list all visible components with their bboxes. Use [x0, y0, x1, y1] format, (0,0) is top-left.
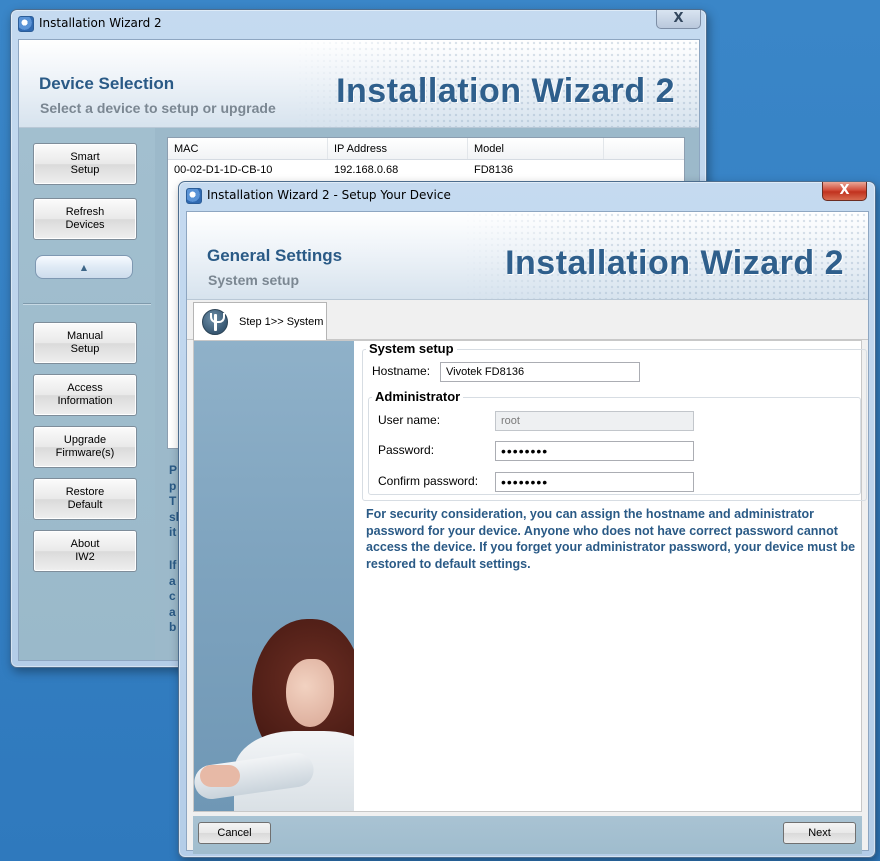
title-bar[interactable]: Installation Wizard 2 - Setup Your Devic…: [179, 182, 875, 210]
banner: Device Selection Select a device to setu…: [19, 40, 699, 128]
password-label: Password:: [378, 443, 435, 457]
column-header-ip[interactable]: IP Address: [328, 138, 468, 159]
username-label: User name:: [378, 413, 441, 427]
image-face: [286, 659, 334, 727]
administrator-title: Administrator: [372, 389, 464, 404]
restore-default-button[interactable]: Restore Default: [33, 478, 137, 520]
setup-device-dialog: Installation Wizard 2 - Setup Your Devic…: [178, 181, 876, 858]
banner-subtitle: System setup: [208, 272, 300, 288]
about-button[interactable]: About IW2: [33, 530, 137, 572]
banner-subtitle: Select a device to setup or upgrade: [40, 100, 276, 116]
tab-step-1-system[interactable]: Step 1>> System: [193, 302, 327, 341]
cancel-button[interactable]: Cancel: [198, 822, 271, 844]
column-header-model[interactable]: Model: [468, 138, 604, 159]
sidebar: Smart Setup Refresh Devices ▲ Manual Set…: [19, 128, 155, 660]
cell-ip: 192.168.0.68: [334, 164, 399, 176]
column-header-mac[interactable]: MAC: [168, 138, 328, 159]
next-button[interactable]: Next: [783, 822, 856, 844]
smart-setup-button[interactable]: Smart Setup: [33, 143, 137, 185]
window-title: Installation Wizard 2: [39, 16, 162, 30]
cell-model: FD8136: [474, 164, 514, 176]
dialog-body: System setup Hostname: Administrator Use…: [193, 340, 867, 812]
obscured-text-2: If a c a b: [169, 558, 177, 634]
image-hand: [200, 765, 240, 787]
hostname-input[interactable]: [440, 362, 640, 382]
banner: General Settings System setup Installati…: [187, 212, 868, 300]
manual-setup-button[interactable]: Manual Setup: [33, 322, 137, 364]
button-label: Restore Default: [65, 486, 105, 511]
hostname-label: Hostname:: [372, 364, 431, 378]
banner-title: Device Selection: [39, 74, 175, 93]
button-label: About IW2: [70, 538, 100, 563]
title-bar[interactable]: Installation Wizard 2 X: [11, 10, 706, 38]
button-label: Access Information: [57, 382, 113, 407]
dialog-client: General Settings System setup Installati…: [186, 211, 869, 854]
brand-logo-text: Installation Wizard 2: [336, 72, 675, 110]
security-hint-text: For security consideration, you can assi…: [366, 507, 856, 571]
app-icon: [186, 188, 202, 204]
system-setup-title: System setup: [366, 341, 457, 356]
close-button[interactable]: X: [656, 10, 701, 29]
button-label: Refresh Devices: [65, 206, 105, 231]
access-information-button[interactable]: Access Information: [33, 374, 137, 416]
collapse-button[interactable]: ▲: [35, 255, 133, 279]
table-row[interactable]: 00-02-D1-1D-CB-10 192.168.0.68 FD8136: [168, 160, 684, 180]
step-strip: Step 1>> System: [187, 300, 868, 341]
cell-extra: [604, 160, 684, 180]
app-icon: [18, 16, 34, 32]
woman-with-laptop-image: [194, 341, 354, 811]
list-header: MAC IP Address Model: [168, 138, 684, 160]
window-title: Installation Wizard 2 - Setup Your Devic…: [207, 188, 451, 202]
username-input: [495, 411, 694, 431]
close-button[interactable]: X: [822, 182, 867, 201]
banner-title: General Settings: [207, 246, 343, 265]
wrench-icon: [202, 309, 228, 335]
button-label: Manual Setup: [66, 330, 104, 355]
cell-mac: 00-02-D1-1D-CB-10: [174, 164, 273, 176]
column-header-extra[interactable]: [604, 138, 684, 159]
upgrade-firmware-button[interactable]: Upgrade Firmware(s): [33, 426, 137, 468]
brand-logo-text: Installation Wizard 2: [505, 244, 844, 282]
refresh-devices-button[interactable]: Refresh Devices: [33, 198, 137, 240]
button-label: Upgrade Firmware(s): [55, 434, 115, 459]
dialog-footer: Cancel Next: [193, 816, 862, 854]
button-label: Smart Setup: [70, 151, 100, 176]
confirm-password-field[interactable]: [495, 472, 694, 492]
sidebar-divider: [23, 303, 151, 305]
chevron-up-icon: ▲: [80, 263, 88, 272]
password-field[interactable]: [495, 441, 694, 461]
tab-label: Step 1>> System: [239, 316, 324, 328]
confirm-password-label: Confirm password:: [378, 474, 479, 488]
